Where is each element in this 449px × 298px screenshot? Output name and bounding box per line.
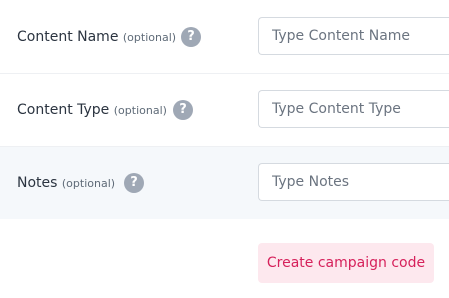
notes-label-text: Notes <box>17 175 58 191</box>
content-name-input[interactable] <box>258 17 449 55</box>
content-name-row: Content Name (optional) ? <box>0 0 449 74</box>
content-name-label: Content Name (optional) <box>17 29 176 45</box>
content-name-optional-text: (optional) <box>122 31 177 44</box>
notes-optional-text: (optional) <box>61 177 116 190</box>
notes-input[interactable] <box>258 163 449 201</box>
content-type-row: Content Type (optional) ? <box>0 74 449 147</box>
content-type-label-text: Content Type <box>17 102 110 118</box>
notes-label: Notes (optional) <box>17 175 115 191</box>
content-name-label-text: Content Name <box>17 29 119 45</box>
question-mark-icon[interactable]: ? <box>124 173 144 193</box>
question-mark-icon[interactable]: ? <box>181 27 201 47</box>
create-campaign-code-button[interactable]: Create campaign code <box>258 243 434 283</box>
notes-row: Notes (optional) ? <box>0 147 449 219</box>
question-mark-icon[interactable]: ? <box>173 100 193 120</box>
content-type-input[interactable] <box>258 90 449 128</box>
campaign-code-form: Content Name (optional) ? Content Type (… <box>0 0 449 298</box>
content-type-optional-text: (optional) <box>113 104 167 117</box>
content-type-label: Content Type (optional) <box>17 102 167 118</box>
